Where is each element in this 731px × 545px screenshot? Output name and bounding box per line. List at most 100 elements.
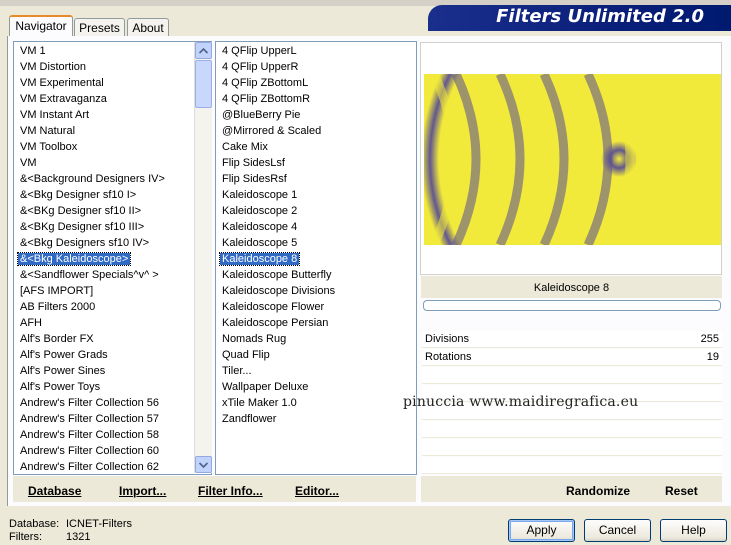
preview-image [424, 74, 721, 245]
filter-item-label: Kaleidoscope 1 [222, 189, 298, 201]
category-item-label: VM Instant Art [20, 109, 90, 121]
filter-item[interactable]: xTile Maker 1.0 [216, 395, 416, 411]
category-item[interactable]: &<BKg Designer sf10 II> [14, 203, 211, 219]
help-button[interactable]: Help [660, 519, 727, 542]
tab-about[interactable]: About [127, 18, 169, 36]
category-item[interactable]: VM Instant Art [14, 107, 211, 123]
cancel-button[interactable]: Cancel [584, 519, 651, 542]
param-rotations[interactable]: Rotations 19 [422, 349, 722, 366]
category-item[interactable]: &<BKg Designer sf10 III> [14, 219, 211, 235]
category-item[interactable]: AB Filters 2000 [14, 299, 211, 315]
category-item[interactable]: Andrew's Filter Collection 60 [14, 443, 211, 459]
tab-navigator[interactable]: Navigator [9, 15, 73, 36]
filter-item[interactable]: Kaleidoscope Butterfly [216, 267, 416, 283]
param-empty-row [422, 439, 722, 456]
category-item[interactable]: VM [14, 155, 211, 171]
filter-item[interactable]: @Mirrored & Scaled [216, 123, 416, 139]
category-item-label: VM 1 [20, 45, 46, 57]
filter-item-label: 4 QFlip UpperR [222, 61, 299, 73]
category-item[interactable]: &<Bkg Designers sf10 IV> [14, 235, 211, 251]
filter-item[interactable]: Kaleidoscope 4 [216, 219, 416, 235]
progress-bar [423, 300, 721, 311]
filter-item[interactable]: 4 QFlip ZBottomL [216, 75, 416, 91]
category-item[interactable]: VM 1 [14, 43, 211, 59]
filter-item[interactable]: Nomads Rug [216, 331, 416, 347]
import-button[interactable]: Import... [119, 478, 166, 504]
category-list[interactable]: VM 1 VM Distortion VM Experimental VM Extra… [13, 41, 212, 475]
filter-item-label: Kaleidoscope Persian [222, 317, 329, 329]
filter-item-label: Quad Flip [222, 349, 270, 361]
filter-item[interactable]: Kaleidoscope 2 [216, 203, 416, 219]
category-item[interactable]: Alf's Power Sines [14, 363, 211, 379]
param-label: Divisions [425, 333, 470, 345]
filter-item[interactable]: 4 QFlip UpperL [216, 43, 416, 59]
category-item[interactable]: Alf's Power Toys [14, 379, 211, 395]
filter-item[interactable]: Quad Flip [216, 347, 416, 363]
filter-item[interactable]: 4 QFlip ZBottomR [216, 91, 416, 107]
param-divisions[interactable]: Divisions 255 [422, 331, 722, 348]
category-item[interactable]: &<Bkg Designer sf10 I> [14, 187, 211, 203]
category-item[interactable]: Andrew's Filter Collection 62 [14, 459, 211, 474]
filter-item[interactable]: Kaleidoscope 1 [216, 187, 416, 203]
filter-item-label: Kaleidoscope Butterfly [222, 269, 332, 281]
filter-item[interactable]: Kaleidoscope Divisions [216, 283, 416, 299]
category-item-label: Alf's Power Grads [20, 349, 108, 361]
scroll-thumb[interactable] [195, 60, 212, 108]
filter-item[interactable]: Flip SidesLsf [216, 155, 416, 171]
randomize-button[interactable]: Randomize [566, 478, 630, 504]
filter-item[interactable]: Zandflower [216, 411, 416, 427]
category-item-label: VM Extravaganza [20, 93, 107, 105]
scroll-up-button[interactable] [195, 42, 212, 59]
filter-item-label: Tiler... [222, 365, 252, 377]
filter-item[interactable]: Cake Mix [216, 139, 416, 155]
filters-count-label: Filters: [9, 531, 42, 543]
filter-item[interactable]: Kaleidoscope Persian [216, 315, 416, 331]
filter-item-label: Wallpaper Deluxe [222, 381, 309, 393]
category-item[interactable]: Alf's Border FX [14, 331, 211, 347]
filters-count-value: 1321 [66, 531, 91, 543]
category-item-label: &<Bkg Designer sf10 I> [20, 189, 137, 201]
filter-item-label: Kaleidoscope 8 [218, 252, 301, 266]
category-item-label: VM Distortion [20, 61, 87, 73]
param-label: Rotations [425, 351, 472, 363]
editor-button[interactable]: Editor... [295, 478, 339, 504]
filter-item[interactable]: Kaleidoscope Flower [216, 299, 416, 315]
category-item-label: &<Sandflower Specials^v^ > [20, 269, 159, 281]
filter-item[interactable]: @BlueBerry Pie [216, 107, 416, 123]
category-item[interactable]: Andrew's Filter Collection 57 [14, 411, 211, 427]
category-item[interactable]: VM Distortion [14, 59, 211, 75]
category-item[interactable]: Alf's Power Grads [14, 347, 211, 363]
category-item[interactable]: &<Background Designers IV> [14, 171, 211, 187]
category-item[interactable]: Andrew's Filter Collection 58 [14, 427, 211, 443]
filter-item[interactable]: Wallpaper Deluxe [216, 379, 416, 395]
category-item[interactable]: VM Experimental [14, 75, 211, 91]
category-scrollbar[interactable] [194, 42, 212, 473]
filter-item[interactable]: Tiler... [216, 363, 416, 379]
category-item[interactable]: [AFS IMPORT] [14, 283, 211, 299]
filter-list[interactable]: 4 QFlip UpperL 4 QFlip UpperR 4 QFlip ZBot… [215, 41, 417, 475]
filter-item[interactable]: Kaleidoscope 8 [216, 251, 416, 267]
category-item[interactable]: AFH [14, 315, 211, 331]
filter-item[interactable]: Flip SidesRsf [216, 171, 416, 187]
filter-item-label: Kaleidoscope Divisions [222, 285, 336, 297]
category-item-label: &<Background Designers IV> [20, 173, 165, 185]
current-filter-name: Kaleidoscope 8 [421, 276, 722, 298]
category-item[interactable]: VM Extravaganza [14, 91, 211, 107]
category-item[interactable]: VM Toolbox [14, 139, 211, 155]
tab-presets[interactable]: Presets [74, 18, 125, 36]
category-item[interactable]: VM Natural [14, 123, 211, 139]
category-item-label: Alf's Power Toys [20, 381, 101, 393]
category-item[interactable]: Andrew's Filter Collection 56 [14, 395, 211, 411]
filter-item[interactable]: Kaleidoscope 5 [216, 235, 416, 251]
filter-item[interactable]: 4 QFlip UpperR [216, 59, 416, 75]
category-item-label: &<BKg Designer sf10 III> [20, 221, 145, 233]
category-item[interactable]: &<Sandflower Specials^v^ > [14, 267, 211, 283]
filter-item-label: 4 QFlip ZBottomR [222, 93, 311, 105]
filter-info-button[interactable]: Filter Info... [198, 478, 263, 504]
category-item[interactable]: &<Bkg Kaleidoscope> [14, 251, 211, 267]
category-item-label: Andrew's Filter Collection 56 [20, 397, 160, 409]
database-button[interactable]: Database [28, 478, 81, 504]
scroll-down-button[interactable] [195, 456, 212, 473]
apply-button[interactable]: Apply [508, 519, 575, 542]
reset-button[interactable]: Reset [665, 478, 698, 504]
